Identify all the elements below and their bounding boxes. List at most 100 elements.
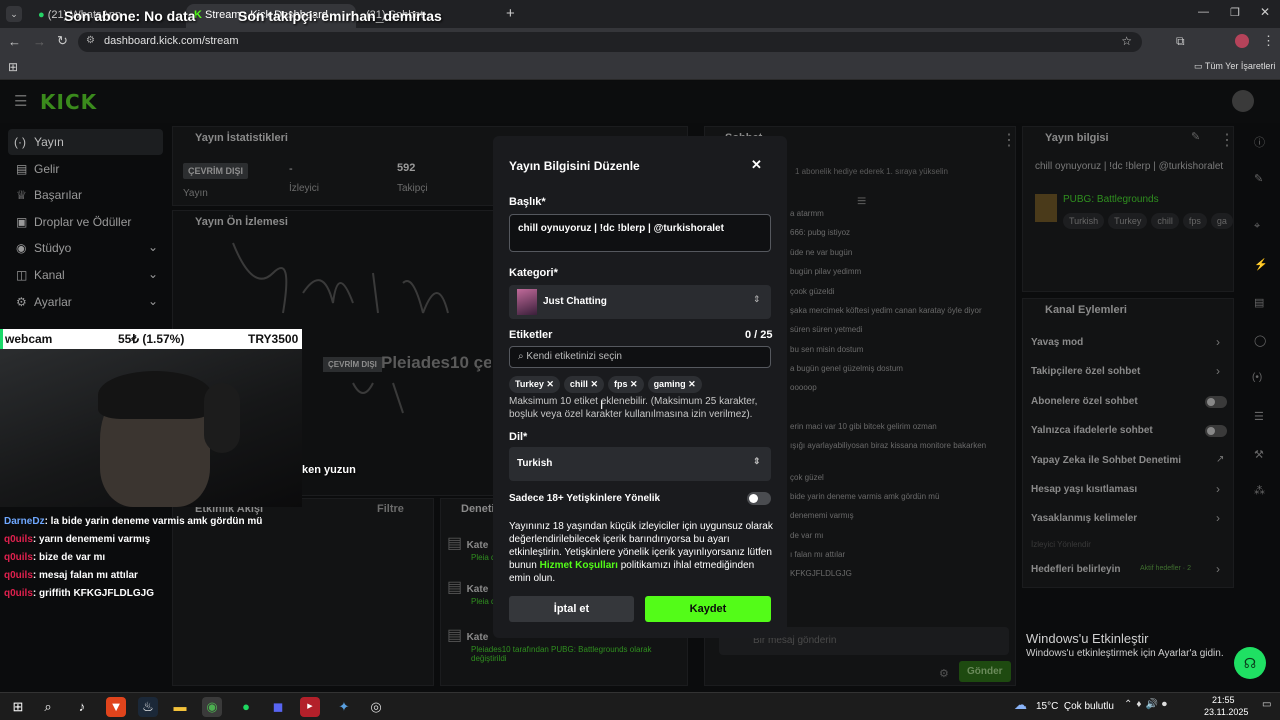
minimize-button[interactable]: —: [1198, 6, 1209, 18]
tag-chip[interactable]: chill ✕: [563, 376, 604, 393]
new-tab-button[interactable]: +: [506, 5, 515, 22]
remove-tag-icon[interactable]: ✕: [688, 379, 696, 389]
tag-chip[interactable]: Turkey ✕: [509, 376, 560, 393]
viewers-value: -: [289, 163, 293, 175]
subscribers-only-toggle[interactable]: [1205, 396, 1227, 408]
chat-line: çok güzel: [790, 473, 824, 482]
nav-item-droplar[interactable]: ▣ Droplar ve Ödüller: [8, 209, 163, 235]
viewers-label: İzleyici: [289, 183, 320, 194]
tiktok-icon[interactable]: ♪: [72, 697, 92, 717]
broadcast-icon[interactable]: (•): [1252, 372, 1262, 383]
nav-item-ayarlar[interactable]: ⚙ Ayarlar ⌄: [8, 289, 163, 315]
title-label: Başlık*: [509, 196, 546, 208]
target-icon[interactable]: ⌖: [1254, 220, 1260, 233]
reload-icon[interactable]: ↻: [57, 33, 68, 49]
emotes-only-toggle[interactable]: [1205, 425, 1227, 437]
modal-close-icon[interactable]: ✕: [751, 157, 762, 173]
title-input[interactable]: chill oynuyoruz | !dc !blerp | @turkisho…: [509, 214, 771, 252]
lightning-icon[interactable]: ⚡: [1254, 258, 1268, 271]
chevron-right-icon: ›: [1216, 482, 1220, 496]
nav-item-kanal[interactable]: ◫ Kanal ⌄: [8, 262, 163, 288]
bookmark-star-icon[interactable]: ☆: [1121, 34, 1132, 48]
terms-link[interactable]: Hizmet Koşulları: [540, 560, 618, 571]
action-goals[interactable]: Hedefleri belirleyin: [1031, 564, 1120, 575]
obs-icon[interactable]: ◎: [366, 697, 386, 717]
remove-tag-icon[interactable]: ✕: [546, 379, 554, 389]
all-bookmarks[interactable]: ▭ Tüm Yer İşaretleri: [1194, 61, 1275, 72]
audit-item-title: Kate: [466, 584, 489, 595]
tag-chip[interactable]: gaming ✕: [647, 376, 702, 393]
file-explorer-icon[interactable]: ▬: [170, 697, 190, 717]
wrench-icon[interactable]: ⚒: [1254, 448, 1264, 461]
discord-icon[interactable]: ◼: [268, 697, 288, 717]
action-banned-words[interactable]: Yasaklanmış kelimeler: [1031, 513, 1137, 524]
spotify-icon[interactable]: ●: [236, 697, 256, 717]
chat-line: ışığı ayarlayabiliyosan biraz kissana mo…: [790, 441, 987, 450]
tab-search-button[interactable]: ⌄: [6, 6, 22, 22]
info-icon[interactable]: ⓘ: [1254, 134, 1265, 150]
back-icon[interactable]: ←: [8, 34, 21, 49]
url-field[interactable]: ⚙ dashboard.kick.com/stream ☆: [78, 32, 1142, 52]
info-menu-icon[interactable]: ⋮: [1219, 130, 1235, 150]
search-icon[interactable]: ⌕: [38, 697, 58, 717]
nav-item-studyo[interactable]: ◉ Stüdyo ⌄: [8, 235, 163, 261]
edit-icon[interactable]: ✎: [1191, 130, 1200, 143]
category-select[interactable]: Just Chatting ⇕: [509, 285, 771, 319]
apps-icon[interactable]: ⁂: [1254, 484, 1265, 497]
tag-chip[interactable]: fps ✕: [608, 376, 644, 393]
video-editor-icon[interactable]: ▶: [300, 697, 320, 717]
chrome-icon[interactable]: ◉: [202, 697, 222, 717]
restore-button[interactable]: ❐: [1230, 6, 1240, 19]
remove-tag-icon[interactable]: ✕: [590, 379, 598, 389]
clock-time[interactable]: 21:55: [1212, 695, 1235, 705]
system-tray-icons[interactable]: ⌃♦🔊⏺: [1124, 699, 1171, 710]
weather-text[interactable]: 15°C Çok bulutlu: [1036, 701, 1114, 712]
chat-line: bide yarin deneme varmis amk gördün mü: [790, 492, 940, 501]
chat-line: a bugün genel güzelmiş dostum: [790, 364, 903, 373]
save-button[interactable]: Kaydet: [645, 596, 771, 622]
notification-icon[interactable]: ▭: [1262, 699, 1271, 710]
remove-tag-icon[interactable]: ✕: [630, 379, 638, 389]
tags-input[interactable]: ⌕ Kendi etiketinizi seçin: [509, 346, 771, 368]
channel-actions-title: Kanal Eylemleri: [1045, 304, 1127, 316]
hamburger-menu-icon[interactable]: ☰: [14, 92, 27, 110]
cancel-button[interactable]: İptal et: [509, 596, 634, 622]
filter-button[interactable]: Filtre: [377, 503, 404, 515]
site-info-icon[interactable]: ⚙: [86, 35, 95, 46]
action-slow-mode[interactable]: Yavaş mod: [1031, 337, 1083, 348]
kick-logo[interactable]: KICK: [40, 90, 97, 114]
brave-icon[interactable]: ▼: [106, 697, 126, 717]
list-icon[interactable]: ☰: [1254, 410, 1264, 423]
forward-icon[interactable]: →: [33, 34, 46, 49]
send-button[interactable]: Gönder: [959, 661, 1011, 682]
chat-menu-icon[interactable]: ⋮: [1001, 130, 1017, 150]
action-account-age[interactable]: Hesap yaşı kısıtlaması: [1031, 484, 1137, 495]
nav-label: Stüdyo: [34, 241, 72, 255]
comment-icon[interactable]: ◯: [1254, 334, 1266, 347]
stream-info-category[interactable]: PUBG: Battlegrounds: [1063, 194, 1159, 205]
apps-grid-icon[interactable]: ⊞: [8, 60, 18, 74]
document-icon[interactable]: ▤: [1254, 296, 1264, 309]
windows-start-icon[interactable]: ⊞: [8, 697, 28, 717]
language-select[interactable]: Turkish ⇕: [509, 447, 771, 481]
info-tag: chill: [1151, 213, 1179, 229]
profile-avatar[interactable]: [1235, 34, 1249, 48]
browser-menu-icon[interactable]: ⋮: [1262, 33, 1275, 49]
action-ai-moderation[interactable]: Yapay Zeka ile Sohbet Denetimi: [1031, 455, 1181, 466]
steam-icon[interactable]: ♨: [138, 697, 158, 717]
nav-item-yayin[interactable]: (·) Yayın: [8, 129, 163, 155]
user-avatar[interactable]: [1232, 90, 1254, 112]
adult-toggle[interactable]: [747, 492, 771, 505]
extensions-icon[interactable]: ⧉: [1176, 34, 1185, 49]
nav-item-basarilar[interactable]: ♕ Başarılar: [8, 182, 163, 208]
network-app-icon[interactable]: ✦: [334, 697, 354, 717]
action-followers-only[interactable]: Takipçilere özel sohbet: [1031, 366, 1140, 377]
support-headset-button[interactable]: ☊: [1234, 647, 1266, 679]
pencil-icon[interactable]: ✎: [1254, 172, 1263, 185]
nav-label: Başarılar: [34, 188, 83, 202]
clock-date[interactable]: 23.11.2025: [1204, 707, 1248, 717]
modal-title: Yayın Bilgisini Düzenle: [509, 159, 640, 173]
chat-settings-icon[interactable]: ⚙: [939, 667, 949, 680]
close-window-button[interactable]: ✕: [1260, 5, 1270, 19]
nav-item-gelir[interactable]: ▤ Gelir: [8, 156, 163, 182]
